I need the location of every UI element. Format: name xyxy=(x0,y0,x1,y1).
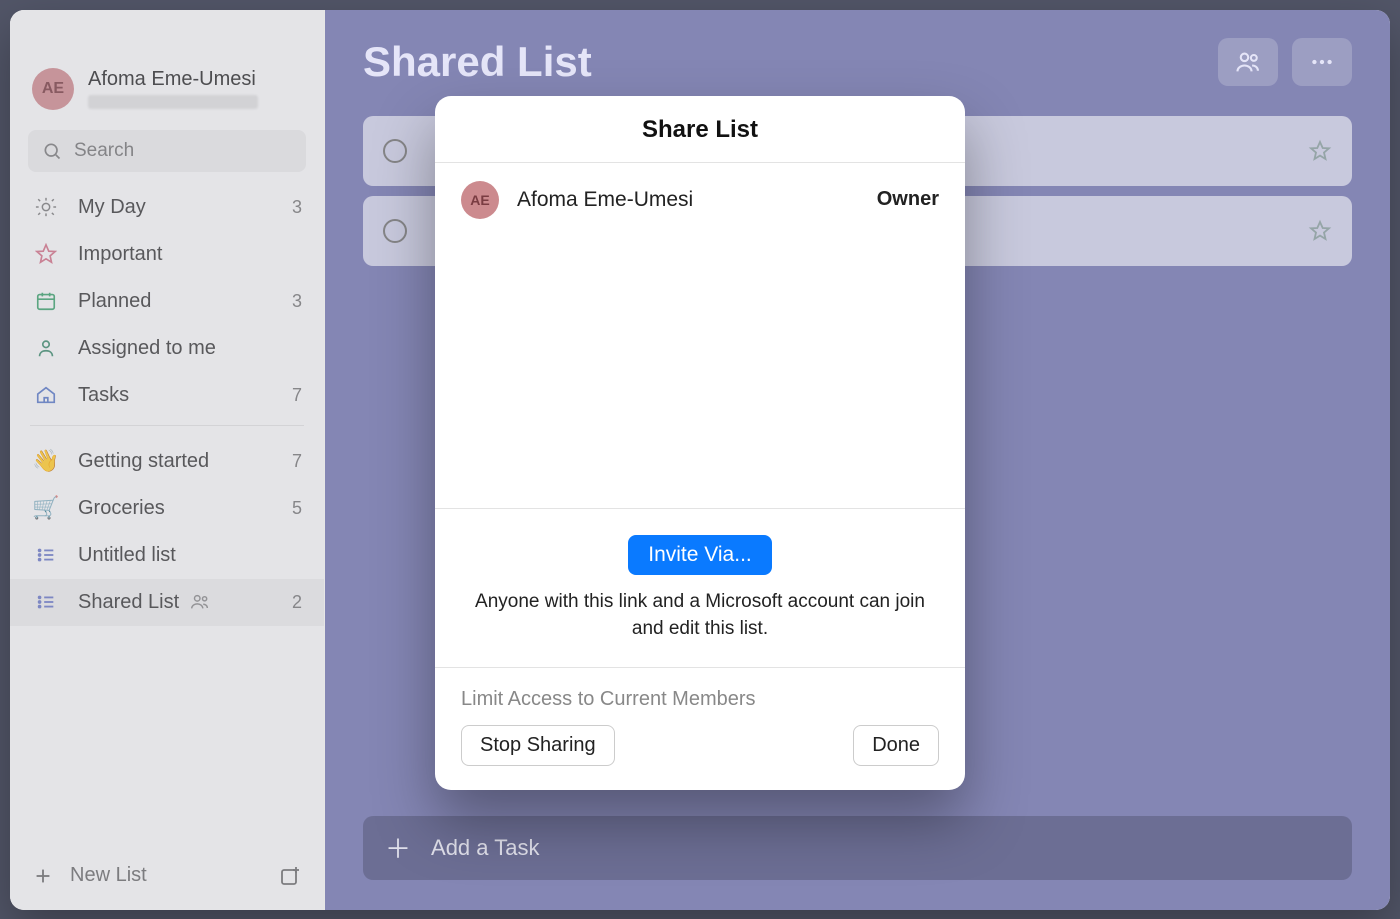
sidebar-item-my-day[interactable]: My Day 3 xyxy=(10,184,324,231)
sidebar-item-label: My Day xyxy=(78,196,146,219)
dialog-title: Share List xyxy=(435,96,965,162)
share-list-dialog: Share List AE Afoma Eme-Umesi Owner Invi… xyxy=(435,96,965,790)
share-list-button[interactable] xyxy=(1218,38,1278,86)
member-name: Afoma Eme-Umesi xyxy=(517,188,693,212)
search-icon xyxy=(42,141,62,161)
stop-sharing-button[interactable]: Stop Sharing xyxy=(461,725,615,766)
sidebar-item-count: 7 xyxy=(292,451,302,472)
ellipsis-icon xyxy=(1309,49,1335,75)
sidebar-footer: New List xyxy=(10,846,324,910)
person-icon xyxy=(32,337,60,359)
sidebar-item-label: Important xyxy=(78,243,162,266)
sidebar-item-getting-started[interactable]: 👋 Getting started 7 xyxy=(10,438,324,485)
invite-via-button[interactable]: Invite Via... xyxy=(628,535,772,575)
app-window: AE Afoma Eme-Umesi My Day 3 Important Plann… xyxy=(10,10,1390,910)
plus-icon: ＋ xyxy=(385,829,411,866)
search-input[interactable] xyxy=(74,140,292,162)
sidebar-item-count: 5 xyxy=(292,498,302,519)
profile-email-redacted xyxy=(88,95,258,109)
star-icon xyxy=(32,243,60,265)
new-list-button[interactable]: New List xyxy=(70,864,147,887)
home-icon xyxy=(32,384,60,406)
sidebar-item-groceries[interactable]: 🛒 Groceries 5 xyxy=(10,485,324,532)
sidebar-item-count: 2 xyxy=(292,592,302,613)
sidebar-item-assigned-to-me[interactable]: Assigned to me xyxy=(10,325,324,372)
invite-description: Anyone with this link and a Microsoft ac… xyxy=(463,589,937,642)
sidebar-item-shared-list[interactable]: Shared List 2 xyxy=(10,579,324,626)
main-header: Shared List xyxy=(363,38,1352,86)
sidebar-item-count: 3 xyxy=(292,291,302,312)
sidebar-item-tasks[interactable]: Tasks 7 xyxy=(10,372,324,419)
list-emoji-icon: 👋 xyxy=(32,450,60,472)
limit-access-label[interactable]: Limit Access to Current Members xyxy=(461,688,939,711)
new-group-icon[interactable] xyxy=(278,864,302,888)
list-icon xyxy=(32,544,60,566)
search-box[interactable] xyxy=(28,130,306,172)
sidebar-divider xyxy=(30,425,304,426)
sidebar-item-label: Tasks xyxy=(78,384,129,407)
list-emoji-icon: 🛒 xyxy=(32,497,60,519)
people-icon xyxy=(1234,48,1262,76)
more-options-button[interactable] xyxy=(1292,38,1352,86)
user-lists: 👋 Getting started 7 🛒 Groceries 5 Untitled lis… xyxy=(10,432,324,626)
member-row: AE Afoma Eme-Umesi Owner xyxy=(435,163,965,237)
sidebar-item-planned[interactable]: Planned 3 xyxy=(10,278,324,325)
done-button[interactable]: Done xyxy=(853,725,939,766)
list-title: Shared List xyxy=(363,38,592,86)
sidebar-item-count: 3 xyxy=(292,197,302,218)
profile-avatar: AE xyxy=(32,68,74,110)
calendar-icon xyxy=(32,290,60,312)
sidebar-item-important[interactable]: Important xyxy=(10,231,324,278)
task-complete-radio[interactable] xyxy=(383,219,407,243)
task-complete-radio[interactable] xyxy=(383,139,407,163)
sidebar-item-count: 7 xyxy=(292,385,302,406)
profile-name: Afoma Eme-Umesi xyxy=(88,68,258,91)
add-task-label: Add a Task xyxy=(431,835,539,861)
sun-icon xyxy=(32,196,60,218)
sidebar-item-label: Shared List xyxy=(78,591,179,614)
smart-lists: My Day 3 Important Planned 3 Assigned to me Ta… xyxy=(10,178,324,419)
member-role: Owner xyxy=(877,188,939,211)
limit-section: Limit Access to Current Members Stop Sha… xyxy=(435,667,965,790)
shared-indicator-icon xyxy=(189,591,211,613)
member-avatar: AE xyxy=(461,181,499,219)
plus-icon[interactable] xyxy=(32,865,54,887)
add-task-bar[interactable]: ＋ Add a Task xyxy=(363,816,1352,880)
invite-section: Invite Via... Anyone with this link and … xyxy=(435,508,965,666)
sidebar-item-untitled-list[interactable]: Untitled list xyxy=(10,532,324,579)
task-star-button[interactable] xyxy=(1308,139,1332,163)
sidebar-item-label: Assigned to me xyxy=(78,337,216,360)
sidebar-item-label: Groceries xyxy=(78,497,165,520)
sidebar-item-label: Getting started xyxy=(78,450,209,473)
sidebar-item-label: Planned xyxy=(78,290,151,313)
sidebar-item-label: Untitled list xyxy=(78,544,176,567)
profile-section[interactable]: AE Afoma Eme-Umesi xyxy=(10,60,324,120)
list-icon xyxy=(32,591,60,613)
sidebar: AE Afoma Eme-Umesi My Day 3 Important Plann… xyxy=(10,10,325,910)
task-star-button[interactable] xyxy=(1308,219,1332,243)
